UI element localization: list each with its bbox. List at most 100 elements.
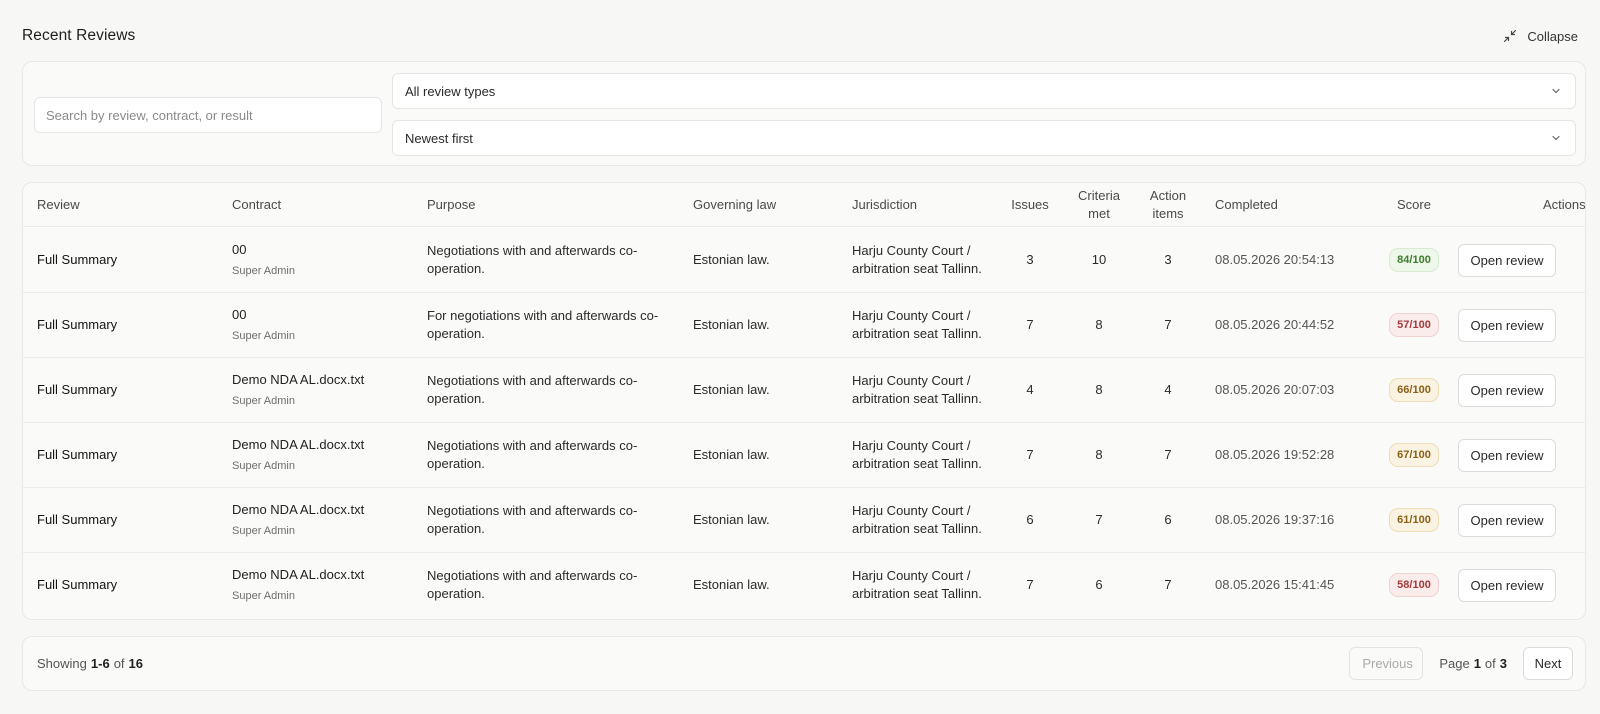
issues-cell: 7 (1026, 447, 1034, 462)
contract-owner: Super Admin (232, 524, 295, 537)
contract-cell: Demo NDA AL.docx.txt Super Admin (232, 487, 412, 553)
governing-law-cell: Estonian law. (693, 447, 770, 462)
actions-cell: Open review (1458, 357, 1558, 423)
review-type-select[interactable]: All review types (392, 73, 1576, 109)
pagination-bar: Showing 1-6 of 16 Previous Page 1 of 3 N… (22, 636, 1586, 691)
review-name: Full Summary (37, 317, 118, 332)
table-row: Full Summary 00 Super Admin Negotiations wi… (23, 227, 1585, 293)
completed-cell: 08.05.2026 20:54:13 (1215, 252, 1335, 267)
action-items-cell: 6 (1164, 512, 1172, 527)
governing-law-cell: Estonian law. (693, 317, 770, 332)
col-purpose: Purpose (427, 197, 476, 212)
col-jurisdiction: Jurisdiction (852, 197, 918, 212)
open-review-button[interactable]: Open review (1458, 243, 1556, 277)
completed-cell: 08.05.2026 15:41:45 (1215, 577, 1335, 592)
score-cell: 61/100 (1374, 487, 1454, 553)
contract-name: Demo NDA AL.docx.txt (232, 566, 365, 582)
action-items-cell: 7 (1164, 447, 1172, 462)
col-contract: Contract (232, 197, 282, 212)
search-input[interactable] (34, 97, 382, 133)
purpose-cell: Negotiations with and afterwards co-oper… (427, 503, 638, 536)
purpose-cell: Negotiations with and afterwards co-oper… (427, 438, 638, 471)
table-header: Review Contract Purpose Governing law Ju… (23, 183, 1585, 227)
issues-cell: 6 (1026, 512, 1034, 527)
open-review-button[interactable]: Open review (1458, 373, 1556, 407)
collapse-arrows-icon (1504, 29, 1517, 43)
jurisdiction-cell: Harju County Court / arbitration seat Ta… (852, 308, 982, 341)
criteria-met-cell: 7 (1095, 512, 1103, 527)
sort-value: Newest first (405, 130, 473, 146)
filters-panel: All review types Newest first (22, 61, 1586, 166)
col-completed: Completed (1215, 197, 1278, 212)
jurisdiction-cell: Harju County Court / arbitration seat Ta… (852, 503, 982, 536)
governing-law-cell: Estonian law. (693, 577, 770, 592)
collapse-button[interactable]: Collapse (1503, 29, 1578, 44)
governing-law-cell: Estonian law. (693, 382, 770, 397)
table-row: Full Summary Demo NDA AL.docx.txt Super Ad… (23, 422, 1585, 488)
review-name: Full Summary (37, 577, 118, 592)
score-badge: 57/100 (1389, 313, 1439, 337)
actions-cell: Open review (1458, 227, 1558, 293)
showing-count: Showing 1-6 of 16 (37, 656, 143, 671)
issues-cell: 3 (1026, 252, 1034, 267)
criteria-met-cell: 10 (1091, 252, 1107, 267)
contract-owner: Super Admin (232, 459, 295, 472)
next-button[interactable]: Next (1523, 647, 1573, 680)
open-review-button[interactable]: Open review (1458, 568, 1556, 602)
review-name: Full Summary (37, 447, 118, 462)
issues-cell: 7 (1026, 577, 1034, 592)
action-items-cell: 4 (1164, 382, 1172, 397)
purpose-cell: For negotiations with and afterwards co-… (427, 308, 659, 341)
criteria-met-cell: 6 (1095, 577, 1103, 592)
open-review-button[interactable]: Open review (1458, 503, 1556, 537)
score-cell: 57/100 (1374, 292, 1454, 358)
jurisdiction-cell: Harju County Court / arbitration seat Ta… (852, 568, 982, 601)
contract-owner: Super Admin (232, 264, 295, 277)
table-row: Full Summary 00 Super Admin For negotiation… (23, 292, 1585, 358)
previous-button[interactable]: Previous (1349, 647, 1424, 680)
score-badge: 84/100 (1389, 248, 1439, 272)
purpose-cell: Negotiations with and afterwards co-oper… (427, 243, 638, 276)
review-type-value: All review types (405, 83, 496, 99)
score-cell: 67/100 (1374, 422, 1454, 488)
col-criteria-met: Criteria met (1078, 188, 1120, 221)
contract-owner: Super Admin (232, 394, 295, 407)
table-row: Full Summary Demo NDA AL.docx.txt Super Ad… (23, 552, 1585, 618)
score-cell: 66/100 (1374, 357, 1454, 423)
contract-cell: 00 Super Admin (232, 227, 412, 293)
contract-name: Demo NDA AL.docx.txt (232, 371, 365, 387)
open-review-button[interactable]: Open review (1458, 308, 1556, 342)
score-cell: 58/100 (1374, 552, 1454, 618)
issues-cell: 4 (1026, 382, 1034, 397)
sort-select[interactable]: Newest first (392, 120, 1576, 156)
open-review-button[interactable]: Open review (1458, 438, 1556, 472)
score-badge: 67/100 (1389, 443, 1439, 467)
actions-cell: Open review (1458, 422, 1558, 488)
purpose-cell: Negotiations with and afterwards co-oper… (427, 568, 638, 601)
reviews-table: Review Contract Purpose Governing law Ju… (22, 182, 1586, 620)
contract-cell: 00 Super Admin (232, 292, 412, 358)
col-review: Review (37, 197, 80, 212)
issues-cell: 7 (1026, 317, 1034, 332)
completed-cell: 08.05.2026 19:37:16 (1215, 512, 1335, 527)
criteria-met-cell: 8 (1095, 447, 1103, 462)
jurisdiction-cell: Harju County Court / arbitration seat Ta… (852, 243, 982, 276)
completed-cell: 08.05.2026 19:52:28 (1215, 447, 1335, 462)
col-action-items: Action items (1149, 188, 1187, 221)
review-name: Full Summary (37, 512, 118, 527)
page-title: Recent Reviews (22, 27, 136, 44)
contract-cell: Demo NDA AL.docx.txt Super Admin (232, 357, 412, 423)
contract-owner: Super Admin (232, 589, 295, 602)
contract-cell: Demo NDA AL.docx.txt Super Admin (232, 422, 412, 488)
governing-law-cell: Estonian law. (693, 252, 770, 267)
action-items-cell: 7 (1164, 577, 1172, 592)
completed-cell: 08.05.2026 20:44:52 (1215, 317, 1335, 332)
col-governing-law: Governing law (693, 197, 777, 212)
actions-cell: Open review (1458, 487, 1558, 553)
score-badge: 58/100 (1389, 573, 1439, 597)
contract-name: Demo NDA AL.docx.txt (232, 436, 365, 452)
actions-cell: Open review (1458, 292, 1558, 358)
chevron-down-icon (1552, 88, 1560, 94)
pager: Previous Page 1 of 3 Next (1349, 647, 1573, 680)
action-items-cell: 3 (1164, 252, 1172, 267)
